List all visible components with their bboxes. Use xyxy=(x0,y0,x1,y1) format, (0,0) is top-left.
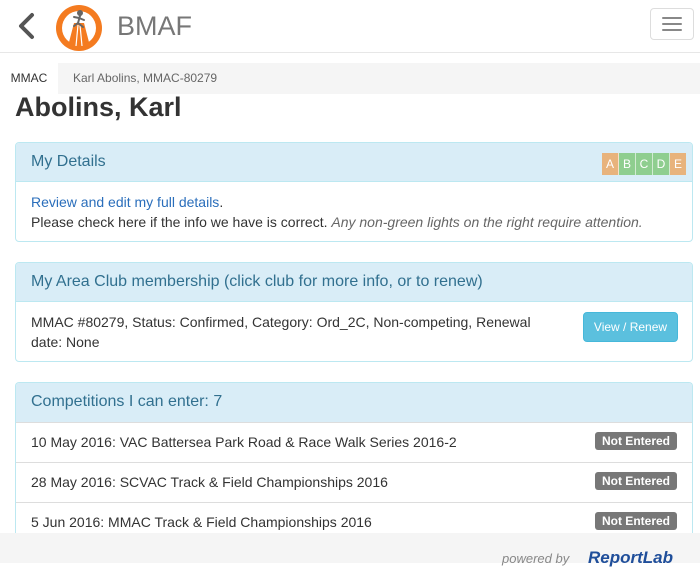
competition-row[interactable]: 10 May 2016: VAC Battersea Park Road & R… xyxy=(16,422,692,463)
breadcrumb-item-mmac[interactable]: MMAC xyxy=(0,63,58,94)
status-light-b: B xyxy=(619,153,636,175)
powered-by-text: powered by xyxy=(502,551,570,566)
competition-label[interactable]: 28 May 2016: SCVAC Track & Field Champio… xyxy=(31,474,388,490)
competitions-heading: Competitions I can enter: 7 xyxy=(31,393,223,410)
details-hint: Any non-green lights on the right requir… xyxy=(331,214,643,230)
details-panel-header: My Details ABCDE xyxy=(16,143,692,182)
link-suffix: . xyxy=(219,194,224,210)
footer: powered by ReportLab xyxy=(0,533,700,567)
membership-panel-header: My Area Club membership (click club for … xyxy=(16,263,692,302)
status-badge: Not Entered xyxy=(594,432,677,450)
edit-details-link[interactable]: Review and edit my full details xyxy=(31,194,219,210)
chevron-left-icon[interactable] xyxy=(14,12,40,40)
status-light-c: C xyxy=(636,153,653,175)
competition-row[interactable]: 28 May 2016: SCVAC Track & Field Champio… xyxy=(16,462,692,503)
menu-toggle-button[interactable] xyxy=(650,8,694,40)
status-lights: ABCDE xyxy=(602,153,686,175)
competitions-panel: Competitions I can enter: 7 10 May 2016:… xyxy=(15,382,693,552)
hamburger-icon-bar xyxy=(662,23,682,25)
reportlab-logo[interactable]: ReportLab xyxy=(588,548,673,568)
hamburger-icon-bar xyxy=(662,29,682,31)
membership-heading: My Area Club membership (click club for … xyxy=(31,273,483,290)
details-body: Review and edit my full details. Please … xyxy=(31,192,643,232)
competition-label[interactable]: 10 May 2016: VAC Battersea Park Road & R… xyxy=(31,434,457,450)
status-badge: Not Entered xyxy=(594,472,677,490)
status-light-d: D xyxy=(653,153,670,175)
page-title: Abolins, Karl xyxy=(15,92,182,122)
details-heading: My Details xyxy=(31,153,106,170)
status-light-e: E xyxy=(670,153,686,175)
brand-title[interactable]: BMAF xyxy=(117,11,192,42)
membership-text: MMAC #80279, Status: Confirmed, Category… xyxy=(31,314,531,350)
competition-label[interactable]: 5 Jun 2016: MMAC Track & Field Champions… xyxy=(31,514,372,530)
breadcrumb: MMAC Karl Abolins, MMAC-80279 xyxy=(0,63,700,94)
status-badge: Not Entered xyxy=(594,512,677,530)
runner-logo-icon[interactable] xyxy=(54,3,104,53)
breadcrumb-item-current: Karl Abolins, MMAC-80279 xyxy=(73,71,218,85)
membership-panel: My Area Club membership (click club for … xyxy=(15,262,693,362)
navbar: BMAF xyxy=(0,0,700,53)
view-renew-button[interactable]: View / Renew xyxy=(583,312,678,342)
competitions-panel-header: Competitions I can enter: 7 xyxy=(16,383,692,423)
details-check-text: Please check here if the info we have is… xyxy=(31,214,328,230)
details-panel: My Details ABCDE Review and edit my full… xyxy=(15,142,693,242)
status-light-a: A xyxy=(602,153,619,175)
hamburger-icon xyxy=(662,17,682,19)
